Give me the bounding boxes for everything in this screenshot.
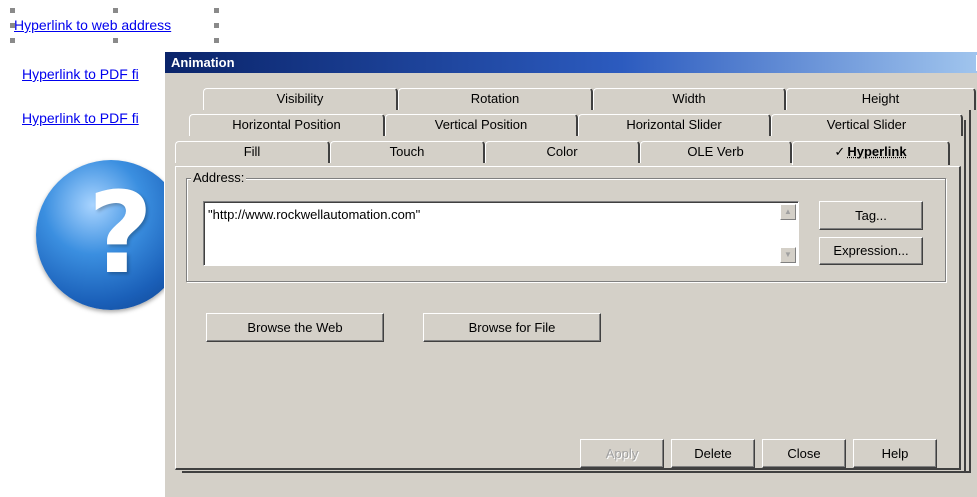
tab-horizontal-slider[interactable]: Horizontal Slider [578, 114, 771, 136]
tab-vertical-position[interactable]: Vertical Position [385, 114, 578, 136]
selection-handle[interactable] [113, 38, 118, 43]
selection-handle[interactable] [10, 8, 15, 13]
address-value: "http://www.rockwellautomation.com" [208, 207, 421, 222]
tab-width[interactable]: Width [593, 88, 786, 110]
tab-ole-verb[interactable]: OLE Verb [640, 141, 792, 163]
address-groupbox: Address: "http://www.rockwellautomation.… [186, 170, 946, 282]
link-pdf-file-1[interactable]: Hyperlink to PDF fi [22, 66, 139, 82]
browse-file-button[interactable]: Browse for File [423, 313, 601, 342]
selection-handle[interactable] [113, 8, 118, 13]
tab-vertical-slider[interactable]: Vertical Slider [771, 114, 963, 136]
check-icon: ✓ [834, 144, 846, 159]
dialog-title: Animation [171, 55, 235, 70]
delete-button[interactable]: Delete [671, 439, 755, 468]
tab-hyperlink[interactable]: ✓ Hyperlink [792, 141, 950, 165]
tab-fill[interactable]: Fill [175, 141, 330, 163]
link-web-address[interactable]: Hyperlink to web address [14, 17, 171, 33]
tab-touch[interactable]: Touch [330, 141, 485, 163]
link-pdf-file-2[interactable]: Hyperlink to PDF fi [22, 110, 139, 126]
selection-handle[interactable] [214, 8, 219, 13]
tag-button[interactable]: Tag... [819, 201, 923, 230]
hyperlink-panel: Address: "http://www.rockwellautomation.… [175, 166, 961, 470]
scroll-up-icon[interactable]: ▲ [780, 204, 796, 220]
scroll-down-icon[interactable]: ▼ [780, 247, 796, 263]
address-textarea[interactable]: "http://www.rockwellautomation.com" ▲ ▼ [203, 201, 799, 266]
address-label: Address: [191, 170, 247, 185]
question-mark-glyph: ? [88, 169, 153, 299]
apply-button[interactable]: Apply [580, 439, 664, 468]
selection-handle[interactable] [10, 38, 15, 43]
dialog-titlebar[interactable]: Animation × [165, 52, 977, 73]
tab-hyperlink-label: Hyperlink [847, 144, 907, 159]
selection-handle[interactable] [214, 23, 219, 28]
tab-horizontal-position[interactable]: Horizontal Position [189, 114, 385, 136]
selection-handle[interactable] [214, 38, 219, 43]
tab-visibility[interactable]: Visibility [203, 88, 398, 110]
tab-height[interactable]: Height [786, 88, 976, 110]
animation-dialog: Animation × Visibility Rotation Width He… [164, 51, 977, 497]
selection-handle[interactable] [10, 23, 15, 28]
expression-button[interactable]: Expression... [819, 237, 923, 265]
help-button[interactable]: Help [853, 439, 937, 468]
tab-color[interactable]: Color [485, 141, 640, 163]
browse-web-button[interactable]: Browse the Web [206, 313, 384, 342]
tab-rotation[interactable]: Rotation [398, 88, 593, 110]
close-button[interactable]: Close [762, 439, 846, 468]
